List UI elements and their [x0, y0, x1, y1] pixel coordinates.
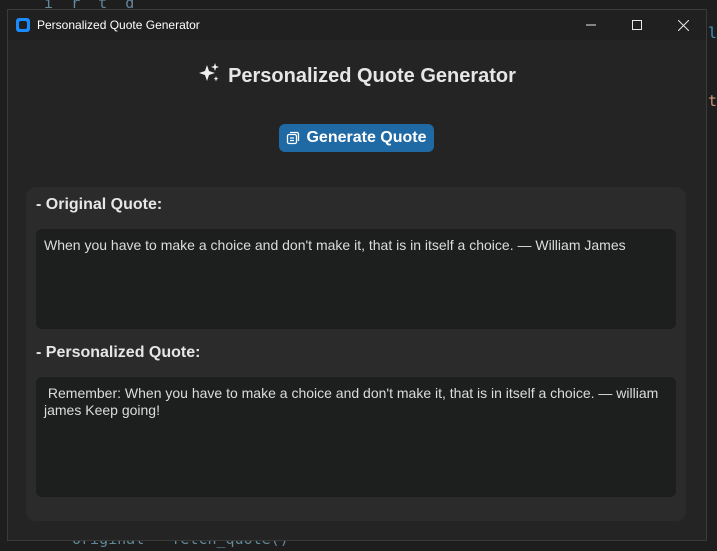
sparkles-icon	[198, 62, 220, 90]
generate-quote-label: Generate Quote	[306, 129, 427, 146]
title-bar: Personalized Quote Generator	[8, 10, 706, 40]
background-code-fragment: t	[708, 92, 717, 110]
app-window: Personalized Quote Generator Personalize…	[7, 9, 707, 541]
minimize-button[interactable]	[568, 10, 614, 40]
original-quote-textbox[interactable]: When you have to make a choice and don't…	[36, 229, 676, 329]
copy-icon	[287, 131, 300, 145]
window-controls	[568, 10, 706, 40]
background-code-fragment: l	[708, 24, 717, 42]
window-title: Personalized Quote Generator	[37, 18, 200, 32]
maximize-button[interactable]	[614, 10, 660, 40]
quotes-panel: - Original Quote: When you have to make …	[26, 187, 686, 521]
generate-quote-button[interactable]: Generate Quote	[279, 124, 434, 152]
close-button[interactable]	[660, 10, 706, 40]
close-icon	[677, 19, 689, 31]
personalized-quote-label: - Personalized Quote:	[36, 344, 201, 361]
personalized-quote-textbox[interactable]: Remember: When you have to make a choice…	[36, 377, 676, 497]
maximize-icon	[632, 20, 642, 30]
app-heading: Personalized Quote Generator	[8, 62, 706, 90]
minimize-icon	[586, 24, 596, 26]
original-quote-label: - Original Quote:	[36, 196, 163, 213]
app-icon	[16, 18, 30, 32]
app-heading-text: Personalized Quote Generator	[228, 65, 516, 87]
